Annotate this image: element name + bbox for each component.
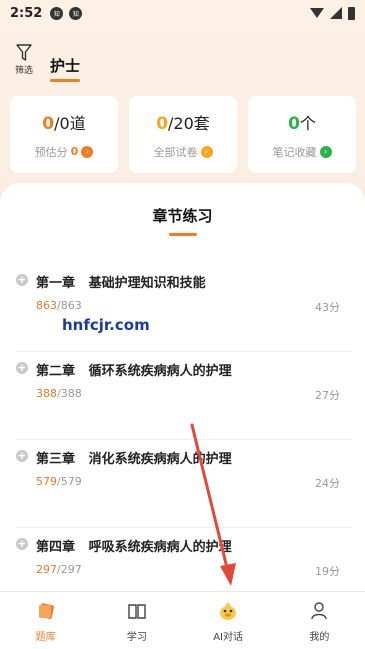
notes-unit: 个: [299, 113, 316, 133]
chapter-done: 388: [36, 387, 57, 400]
expand-icon[interactable]: +: [16, 538, 28, 550]
chapter-name: 第四章 呼吸系统疾病病人的护理: [36, 540, 232, 555]
papers-card[interactable]: 0/20套 全部试卷 ›: [129, 96, 237, 173]
signal-icon: [330, 7, 342, 19]
stats-cards: 0/0道 预估分 0 › 0/20套 全部试卷 › 0个 笔记收藏 ›: [10, 96, 356, 173]
watermark: hnfcjr.com: [62, 316, 150, 334]
estimated-score-label: 预估分: [34, 145, 68, 159]
chevron-right-icon: ›: [200, 145, 213, 158]
duck-mascot-icon: [217, 601, 239, 621]
battery-icon: [348, 6, 355, 20]
chapter-score: 19分: [315, 565, 340, 578]
notification-icon: 知: [69, 6, 83, 20]
chapter-score: 27分: [315, 389, 340, 402]
notes-label: 笔记收藏: [272, 145, 317, 159]
expand-icon[interactable]: +: [16, 362, 28, 374]
wifi-icon: [310, 8, 324, 18]
questions-card[interactable]: 0/0道 预估分 0 ›: [10, 96, 118, 173]
chapter-done: 863: [36, 299, 57, 312]
expand-icon[interactable]: +: [16, 450, 28, 462]
question-bank-icon: [35, 601, 57, 621]
estimated-score-value: 0: [70, 145, 79, 158]
chapter-total: /863: [57, 299, 82, 312]
chapter-score: 43分: [315, 301, 340, 314]
tab-study[interactable]: 学习: [91, 592, 182, 649]
chevron-right-icon: ›: [319, 145, 332, 158]
section-title-text: 章节练习: [152, 207, 213, 225]
all-papers-label: 全部试卷: [153, 145, 198, 159]
book-icon: [126, 601, 148, 621]
chapter-progress: 297/297: [36, 563, 82, 576]
status-bar: 2:52 知 知: [0, 0, 365, 26]
chapter-panel: 章节练习 + 第一章 基础护理知识和技能 863/863 43分 + 第二章 循…: [0, 183, 365, 593]
notification-icon: 知: [50, 6, 64, 20]
chapter-score: 24分: [315, 477, 340, 490]
chapter-name: 第一章 基础护理知识和技能: [36, 276, 206, 291]
section-title: 章节练习: [0, 205, 365, 236]
notes-card[interactable]: 0个 笔记收藏 ›: [248, 96, 356, 173]
chapter-progress: 579/579: [36, 475, 82, 488]
chapter-total: /579: [57, 475, 82, 488]
questions-total: /0道: [54, 113, 86, 133]
chapter-progress: 388/388: [36, 387, 82, 400]
tab-label: 题库: [35, 632, 56, 643]
tab-question-bank[interactable]: 题库: [0, 592, 91, 649]
filter-icon: [16, 44, 32, 61]
status-time: 2:52: [10, 5, 43, 21]
tab-ai-chat[interactable]: AI对话: [183, 592, 274, 649]
filter-label: 筛选: [14, 66, 33, 76]
chapter-name: 第二章 循环系统疾病病人的护理: [36, 364, 232, 379]
person-icon: [308, 601, 330, 621]
bottom-tab-bar: 题库 学习 AI对话 我的: [0, 591, 365, 649]
tab-label: 学习: [126, 632, 147, 643]
notes-count: 0: [288, 113, 300, 134]
chapter-name: 第三章 消化系统疾病病人的护理: [36, 452, 232, 467]
subject-title[interactable]: 护士: [50, 55, 81, 82]
tab-profile[interactable]: 我的: [274, 592, 365, 649]
papers-total: /20套: [168, 113, 210, 133]
chapter-item[interactable]: + 第三章 消化系统疾病病人的护理 579/579 24分: [16, 442, 352, 528]
section-underline: [168, 233, 197, 236]
chapter-progress: 863/863: [36, 299, 82, 312]
chevron-right-icon: ›: [81, 145, 94, 158]
papers-count: 0: [156, 113, 169, 134]
chapter-item[interactable]: + 第一章 基础护理知识和技能 863/863 43分: [16, 266, 352, 352]
header: 筛选 护士: [12, 44, 81, 82]
chapter-total: /297: [57, 563, 82, 576]
tab-label: 我的: [309, 632, 330, 643]
chapter-done: 579: [36, 475, 57, 488]
questions-count: 0: [42, 113, 55, 134]
filter-button[interactable]: 筛选: [12, 44, 36, 76]
expand-icon[interactable]: +: [16, 274, 28, 286]
chapter-done: 297: [36, 563, 57, 576]
chapter-total: /388: [57, 387, 82, 400]
chapter-item[interactable]: + 第二章 循环系统疾病病人的护理 388/388 27分: [16, 354, 352, 440]
tab-label: AI对话: [213, 632, 244, 643]
